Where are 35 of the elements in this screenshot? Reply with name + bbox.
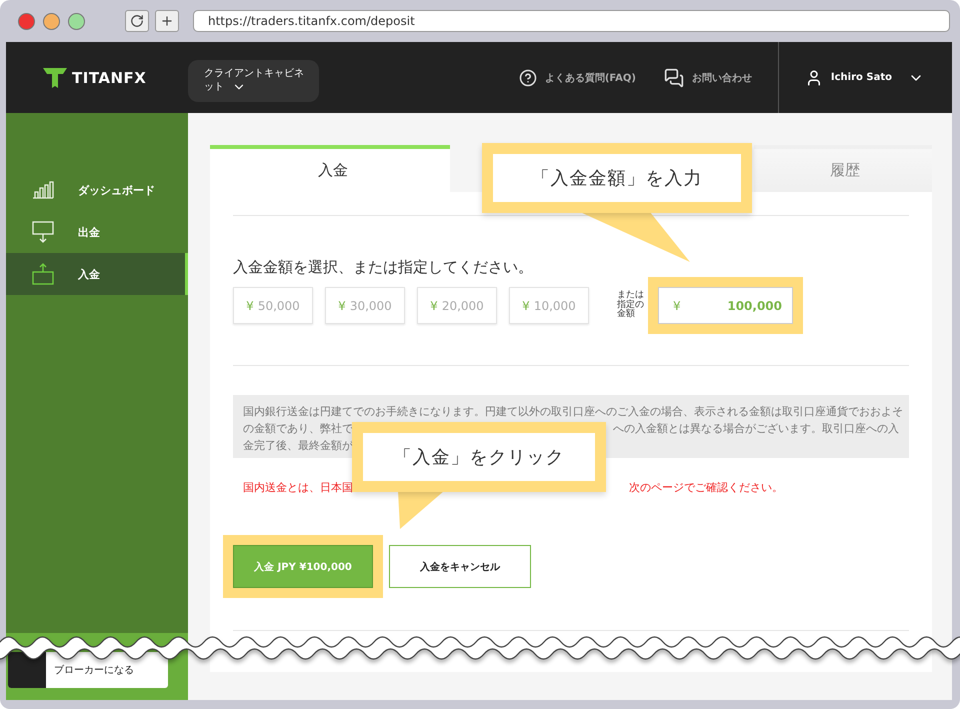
contact-link[interactable]: お問い合わせ [664,68,752,88]
notice-text: 国内銀行送金は円建てでのお手続きになります。円建て以外の取引口座へのご入金の場合、表示される金額は取引口座通貨でおおよそ [243,404,903,420]
notice-text: の金額であり、弊社で [243,421,353,437]
custom-amount-label: または指定の金額 [617,291,644,320]
minimize-window-button[interactable] [43,12,60,30]
cash-up-arrow-icon [32,263,54,285]
warning-text: 次のページでご確認ください。 [629,480,783,495]
cabinet-menu[interactable]: クライアントキャビネット [188,60,319,102]
warning-text: 国内送金とは、日本国 [243,480,353,495]
plus-icon [160,14,174,28]
callout-text: 「入金金額」を入力 [493,154,741,202]
cash-down-arrow-icon [32,221,54,243]
sidebar-item[interactable]: 入金 [6,253,188,295]
logo-icon [42,66,68,88]
faq-link[interactable]: よくある質問(FAQ) [518,68,636,86]
amount-prompt: 入金金額を選択、または指定してください。 [233,258,534,276]
sidebar-item[interactable]: 出金 [6,211,188,253]
sidebar-item[interactable]: ダッシュボード [6,169,188,211]
reload-icon [130,14,144,28]
promo-card[interactable]: ブローカーになる [8,652,168,688]
promo-text: ブローカーになる [54,664,134,677]
tab[interactable]: 入金 [210,145,450,192]
help-icon [518,68,537,86]
close-window-button[interactable] [18,12,35,30]
logo-text: TITANFX [72,68,146,86]
cancel-button[interactable]: 入金をキャンセル [389,545,531,588]
chat-bubbles-icon [664,68,684,88]
zoom-window-button[interactable] [68,12,85,30]
bar-chart-icon [32,181,54,199]
reload-button[interactable] [125,10,149,32]
notice-text: への入金額とは異なる場合がございます。取引口座への入 [613,421,899,437]
callout-text: 「入金」をクリック [363,433,595,481]
new-tab-button[interactable] [155,10,179,32]
user-menu[interactable]: Ichiro Sato [804,68,924,86]
address-bar[interactable]: https://traders.titanfx.com/deposit [193,10,950,32]
